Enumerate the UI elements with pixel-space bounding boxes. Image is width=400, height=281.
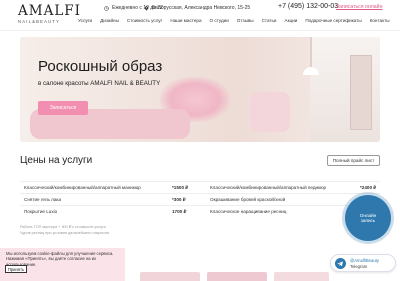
nav-item-designs[interactable]: Дизайны bbox=[100, 18, 119, 23]
price-note-line: Работа ТОП мастера + 300 ₽ к стоимости у… bbox=[20, 225, 106, 229]
cookie-accept-button[interactable]: Принять bbox=[5, 265, 27, 273]
service-price: *1500 ₽ bbox=[172, 185, 189, 190]
location-pin-icon bbox=[144, 5, 149, 11]
phone-link[interactable]: +7 (495) 132-00-03 bbox=[278, 3, 338, 10]
logo-text: AMALFI bbox=[18, 3, 81, 19]
nav-item-promotions[interactable]: Акции bbox=[285, 18, 298, 23]
address-text: Белорусская, Александра Невского, 15-25 bbox=[152, 5, 251, 11]
service-name: Классический/комбинированный/аппаратный … bbox=[24, 185, 141, 190]
full-price-list-button[interactable]: Полный прайс лист bbox=[327, 155, 380, 166]
telegram-button[interactable]: @AmalfiBeauty Telegram bbox=[330, 254, 396, 272]
hero-image-cabinet bbox=[350, 55, 372, 130]
service-price: *300 ₽ bbox=[172, 197, 186, 202]
nav-item-articles[interactable]: Статьи bbox=[262, 18, 277, 23]
telegram-icon bbox=[335, 258, 346, 269]
hero-signup-button[interactable]: Записаться bbox=[38, 101, 88, 115]
top-bar: AMALFI NAIL&BEAUTY Ежедневно с 10 до 22 … bbox=[0, 0, 400, 30]
hero-image-lamp-cord bbox=[310, 37, 312, 67]
price-note-line: Чуров ресниц при условии дальнейшего пок… bbox=[20, 230, 110, 235]
telegram-label: Telegram bbox=[350, 264, 368, 269]
nav-item-services[interactable]: Услуги bbox=[78, 18, 92, 23]
telegram-handle: @AmalfiBeauty bbox=[350, 258, 379, 263]
price-row: Снятие гель лака *300 ₽ Окрашивание бров… bbox=[20, 193, 380, 205]
price-row: Классический/комбинированный/аппаратный … bbox=[20, 181, 380, 193]
nav-item-masters[interactable]: Наши мастера bbox=[170, 18, 201, 23]
nav-item-reviews[interactable]: Отзывы bbox=[237, 18, 254, 23]
online-signup-link[interactable]: Записаться онлайн bbox=[336, 4, 382, 10]
service-name: Снятие гель лака bbox=[24, 197, 62, 202]
price-table: Классический/комбинированный/аппаратный … bbox=[20, 181, 380, 217]
nav-item-about[interactable]: О студии bbox=[210, 18, 229, 23]
service-price: *2400 ₽ bbox=[360, 185, 377, 190]
hero-title: Роскошный образ bbox=[38, 58, 163, 75]
booking-widget-line: запись bbox=[360, 218, 376, 223]
nav-divider bbox=[0, 30, 400, 31]
gallery-thumb bbox=[140, 272, 200, 281]
service-name: Классический/комбинированный/аппаратный … bbox=[210, 185, 327, 190]
logo[interactable]: AMALFI NAIL&BEAUTY bbox=[18, 3, 81, 24]
logo-subtext: NAIL&BEAUTY bbox=[18, 19, 61, 24]
nav-item-prices[interactable]: Стоимость услуг bbox=[127, 18, 162, 23]
price-row: Покрытие Luxio 1700 ₽ Классическое наращ… bbox=[20, 205, 380, 217]
prices-heading: Цены на услуги bbox=[20, 155, 93, 166]
nav-item-gift-certificates[interactable]: Подарочные сертификаты bbox=[305, 18, 361, 23]
service-name: Покрытие Luxio bbox=[24, 209, 58, 214]
online-booking-widget[interactable]: Онлайн запись bbox=[345, 195, 391, 241]
address: Белорусская, Александра Невского, 15-25 bbox=[144, 5, 250, 11]
hero-subtitle: в салоне красоты AMALFI NAIL & BEAUTY bbox=[38, 80, 161, 87]
service-name: Классическое наращивание ресниц bbox=[210, 209, 287, 214]
service-name: Окрашивание бровей краской/хной bbox=[210, 197, 286, 202]
gallery-thumb bbox=[207, 272, 267, 281]
price-note: Работа ТОП мастера + 300 ₽ к стоимости у… bbox=[20, 225, 109, 236]
hero-image-chair bbox=[250, 92, 290, 132]
service-price: 1700 ₽ bbox=[172, 209, 187, 214]
gallery-thumb bbox=[274, 272, 329, 281]
main-nav: Услуги Дизайны Стоимость услуг Наши маст… bbox=[78, 18, 398, 23]
hero-banner bbox=[20, 37, 380, 142]
clock-icon bbox=[104, 5, 109, 11]
nav-item-contacts[interactable]: Контакты bbox=[370, 18, 390, 23]
